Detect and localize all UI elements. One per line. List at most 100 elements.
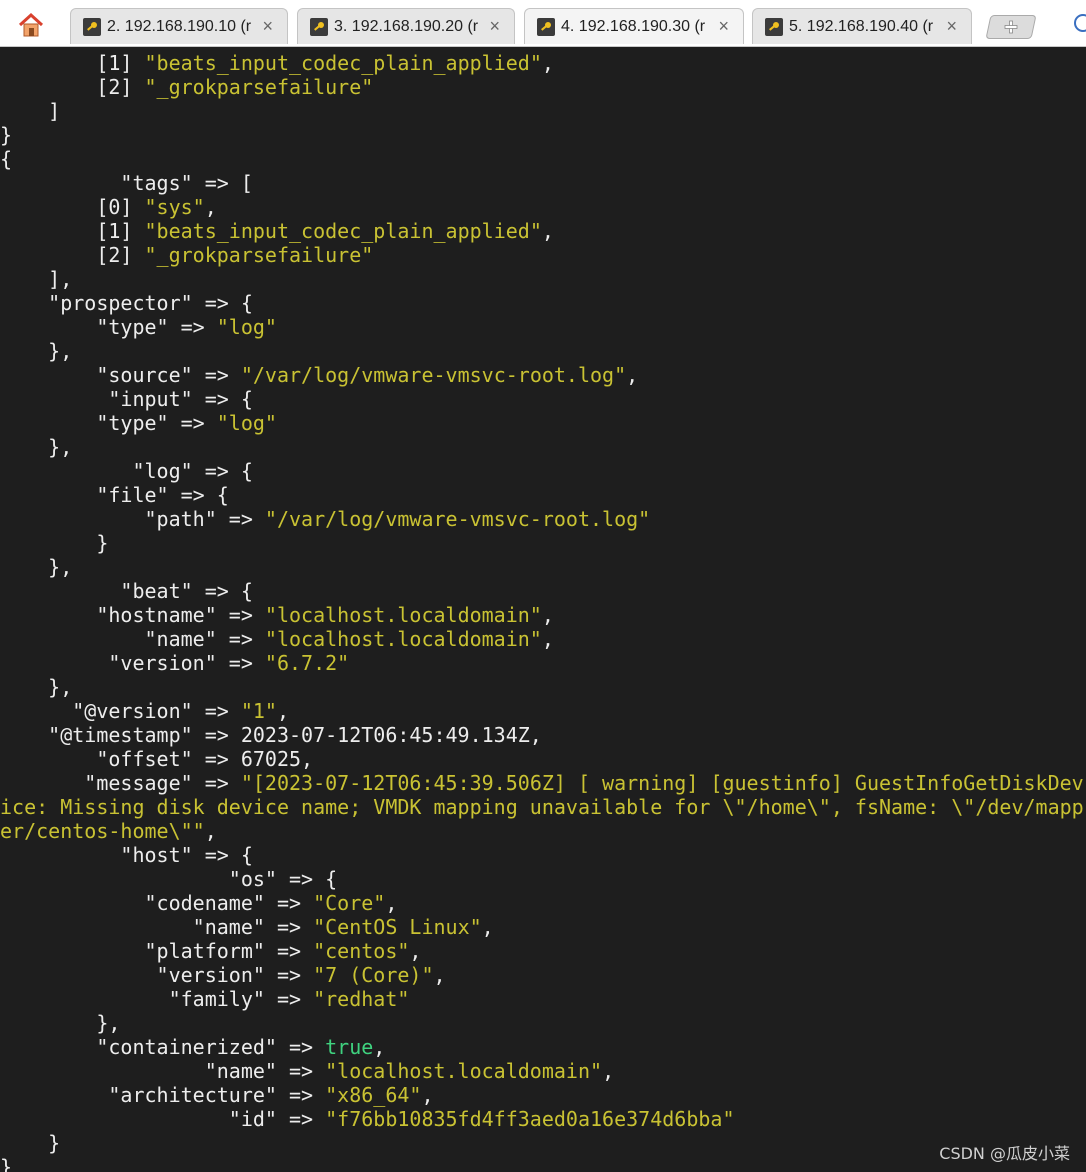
string-value: "/var/log/vmware-vmsvc-root.log" xyxy=(264,507,651,531)
string-value: "/var/log/vmware-vmsvc-root.log" xyxy=(240,363,627,387)
close-icon[interactable]: × xyxy=(489,16,500,37)
terminal-text: "name" => xyxy=(0,915,314,939)
terminal-text: [1] xyxy=(0,219,145,243)
terminal-text: }, xyxy=(0,435,73,459)
terminal-text: "beat" => { xyxy=(0,579,253,603)
terminal-text: "id" => xyxy=(0,1107,326,1131)
terminal-text: "type" => xyxy=(0,411,217,435)
terminal-line: "source" => "/var/log/vmware-vmsvc-root.… xyxy=(0,363,638,387)
terminal-text: } xyxy=(0,1155,13,1172)
terminal-line: "name" => "localhost.localdomain", xyxy=(0,627,554,651)
terminal-text: , xyxy=(541,603,554,627)
terminal-text: "offset" => 67025, xyxy=(0,747,314,771)
terminal-line: }, xyxy=(0,555,72,579)
terminal-text: } xyxy=(0,531,109,555)
terminal-line: "path" => "/var/log/vmware-vmsvc-root.lo… xyxy=(0,507,650,531)
terminal-line: "input" => { xyxy=(0,387,253,411)
home-button[interactable] xyxy=(0,6,62,44)
terminal-text: "file" => { xyxy=(0,483,229,507)
terminal-text: , xyxy=(409,939,422,963)
terminal-text: , xyxy=(385,891,398,915)
terminal-line: } xyxy=(0,123,12,147)
string-value: "redhat" xyxy=(313,987,410,1011)
tab-192-168-190-10[interactable]: 2. 192.168.190.10 (r × xyxy=(70,8,288,44)
terminal-line: "tags" => [ xyxy=(0,171,253,195)
boolean-value: true xyxy=(325,1035,374,1059)
terminal-text: , xyxy=(602,1059,615,1083)
terminal-text: "os" => { xyxy=(0,867,338,891)
terminal-line: ], xyxy=(0,267,72,291)
terminal-line: [1] "beats_input_codec_plain_applied", xyxy=(0,51,554,75)
terminal-line: "hostname" => "localhost.localdomain", xyxy=(0,603,554,627)
string-value: "localhost.localdomain" xyxy=(264,603,542,627)
key-icon xyxy=(310,17,328,36)
terminal-line: "family" => "redhat" xyxy=(0,987,410,1011)
close-icon[interactable]: × xyxy=(262,16,273,37)
string-value: ice: Missing disk device name; VMDK mapp… xyxy=(0,795,1084,819)
terminal-text: , xyxy=(541,219,554,243)
terminal-line: "name" => "CentOS Linux", xyxy=(0,915,494,939)
terminal-line: ice: Missing disk device name; VMDK mapp… xyxy=(0,795,1084,819)
terminal-line: "version" => "7 (Core)", xyxy=(0,963,446,987)
terminal-line: "prospector" => { xyxy=(0,291,253,315)
key-icon xyxy=(765,17,783,36)
tab-label: 4. 192.168.190.30 (r xyxy=(561,17,706,35)
tab-label: 5. 192.168.190.40 (r xyxy=(789,17,934,35)
string-value: "beats_input_codec_plain_applied" xyxy=(144,219,542,243)
tab-192-168-190-30[interactable]: 4. 192.168.190.30 (r × xyxy=(524,8,744,44)
terminal-text: "tags" => [ xyxy=(0,171,253,195)
terminal-text: , xyxy=(421,1083,434,1107)
terminal-line: "beat" => { xyxy=(0,579,253,603)
terminal-text: "source" => xyxy=(0,363,241,387)
terminal-line: "type" => "log" xyxy=(0,411,277,435)
terminal-text: , xyxy=(541,627,554,651)
new-tab-icon xyxy=(1004,20,1018,34)
new-tab-button[interactable] xyxy=(985,15,1037,39)
terminal-text: }, xyxy=(0,675,73,699)
terminal-text: , xyxy=(541,51,554,75)
terminal-line: "name" => "localhost.localdomain", xyxy=(0,1059,614,1083)
string-value: "beats_input_codec_plain_applied" xyxy=(144,51,542,75)
terminal-text: } xyxy=(0,123,13,147)
string-value: "_grokparsefailure" xyxy=(144,243,374,267)
close-icon[interactable]: × xyxy=(718,16,729,37)
string-value: "CentOS Linux" xyxy=(313,915,482,939)
terminal-line: "architecture" => "x86_64", xyxy=(0,1083,433,1107)
tab-192-168-190-20[interactable]: 3. 192.168.190.20 (r × xyxy=(297,8,515,44)
terminal-text: "prospector" => { xyxy=(0,291,253,315)
terminal-line: "id" => "f76bb10835fd4ff3aed0a16e374d6bb… xyxy=(0,1107,735,1131)
terminal-line: { xyxy=(0,147,12,171)
tab-192-168-190-40[interactable]: 5. 192.168.190.40 (r × xyxy=(752,8,972,44)
terminal-text: "path" => xyxy=(0,507,265,531)
terminal-line: [2] "_grokparsefailure" xyxy=(0,75,373,99)
terminal-text: }, xyxy=(0,339,73,363)
tab-overflow-icon[interactable] xyxy=(1074,14,1086,32)
close-icon[interactable]: × xyxy=(946,16,957,37)
terminal-text: "hostname" => xyxy=(0,603,265,627)
terminal-text: "architecture" => xyxy=(0,1083,326,1107)
terminal-text: , xyxy=(204,195,217,219)
terminal-line: }, xyxy=(0,675,72,699)
terminal-line: "message" => "[2023-07-12T06:45:39.506Z]… xyxy=(0,771,1083,795)
terminal-line: }, xyxy=(0,435,72,459)
terminal-line: "codename" => "Core", xyxy=(0,891,397,915)
terminal-line: } xyxy=(0,1155,12,1172)
terminal-line: ] xyxy=(0,99,60,123)
string-value: "_grokparsefailure" xyxy=(144,75,374,99)
terminal-text: , xyxy=(373,1035,386,1059)
terminal-text: } xyxy=(0,1131,61,1155)
terminal-output[interactable]: [1] "beats_input_codec_plain_applied", [… xyxy=(0,46,1086,1172)
terminal-line: [0] "sys", xyxy=(0,195,217,219)
terminal-line: "host" => { xyxy=(0,843,253,867)
terminal-line: "@timestamp" => 2023-07-12T06:45:49.134Z… xyxy=(0,723,542,747)
terminal-text: , xyxy=(626,363,639,387)
terminal-text: "platform" => xyxy=(0,939,314,963)
string-value: "log" xyxy=(216,411,277,435)
string-value: "sys" xyxy=(144,195,205,219)
terminal-text: "input" => { xyxy=(0,387,253,411)
terminal-text: "host" => { xyxy=(0,843,253,867)
string-value: "Core" xyxy=(313,891,386,915)
string-value: "x86_64" xyxy=(325,1083,422,1107)
string-value: "f76bb10835fd4ff3aed0a16e374d6bba" xyxy=(325,1107,735,1131)
terminal-text: "type" => xyxy=(0,315,217,339)
